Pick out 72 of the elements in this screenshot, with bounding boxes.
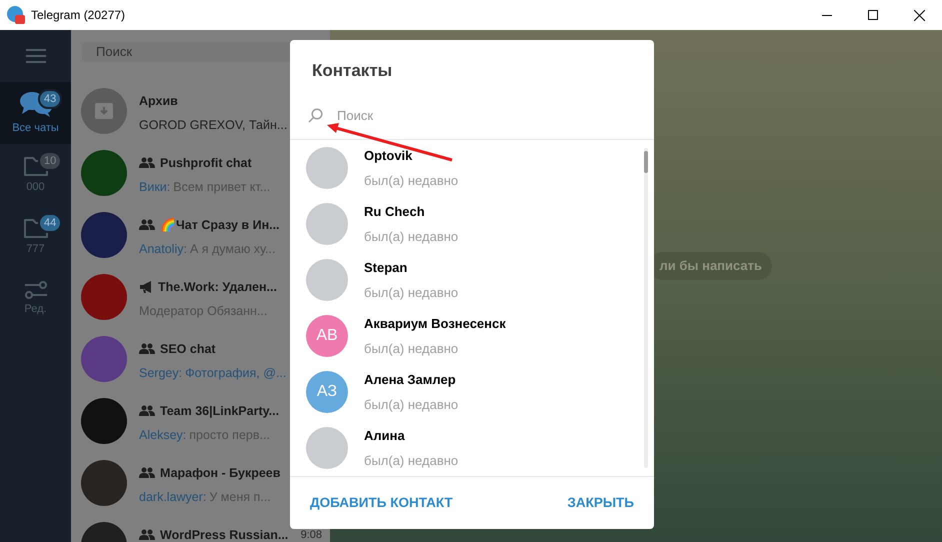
- unread-badge: 10: [38, 151, 62, 171]
- group-icon: [139, 157, 155, 168]
- archive-box-icon: [94, 102, 114, 120]
- contact-status: был(а) недавно: [364, 396, 458, 414]
- chat-sender: Aleksey:: [139, 427, 186, 444]
- folder-label: 777: [26, 242, 45, 257]
- contact-row[interactable]: АВ Аквариум Вознесенск был(а) недавно: [290, 308, 644, 364]
- folder-label: 000: [26, 180, 45, 195]
- contact-row[interactable]: АЗ Алена Замлер был(а) недавно: [290, 364, 644, 420]
- contact-search-field[interactable]: Поиск: [290, 98, 654, 140]
- contact-row[interactable]: Алина был(а) недавно: [290, 420, 644, 476]
- contact-status: был(а) недавно: [364, 228, 458, 246]
- folder-label: Все чаты: [12, 120, 59, 136]
- contact-name: Stepan: [364, 258, 408, 277]
- avatar-photo-placeholder: [306, 259, 348, 301]
- folder-tab[interactable]: 44 777: [0, 206, 71, 268]
- contact-name: Аквариум Вознесенск: [364, 314, 506, 333]
- unread-badge: 44: [38, 213, 62, 233]
- chat-time: 9:08: [300, 528, 322, 542]
- contact-status: был(а) недавно: [364, 452, 458, 470]
- maximize-icon: [868, 10, 878, 20]
- chat-preview: GOROD GREXOV, Тайн...: [139, 117, 288, 134]
- sliders-icon: [24, 280, 48, 299]
- chat-preview: Фотография, @...: [185, 365, 286, 382]
- chat-title: WordPress Russian...: [160, 526, 288, 542]
- chat-title: 🌈Чат Сразу в Ин...: [160, 216, 280, 234]
- chat-title: Марафон - Букреев: [160, 464, 280, 482]
- group-icon: [139, 405, 155, 416]
- folder-tab[interactable]: 43 Все чаты: [0, 82, 71, 144]
- chat-title: Pushprofit chat: [160, 154, 252, 172]
- group-icon: [139, 343, 155, 354]
- megaphone-icon: [139, 280, 153, 293]
- chat-title: Team 36|LinkParty...: [160, 402, 280, 420]
- contact-status: был(а) недавно: [364, 340, 460, 358]
- contact-name: Алина: [364, 426, 406, 444]
- contact-row[interactable]: Optovik был(а) недавно: [290, 140, 644, 196]
- contact-row[interactable]: Ru Chech был(а) недавно: [290, 196, 644, 252]
- group-icon: [139, 219, 155, 230]
- scrollbar-thumb[interactable]: [644, 151, 648, 173]
- dialog-title: Контакты: [311, 60, 394, 82]
- chat-title: SEO chat: [160, 340, 216, 358]
- avatar-photo-placeholder: [306, 427, 348, 469]
- contact-name: Алена Замлер: [364, 370, 457, 389]
- contact-status: был(а) недавно: [364, 284, 458, 302]
- minimize-icon: [822, 14, 832, 16]
- initials-avatar: АВ: [306, 315, 348, 357]
- close-icon: [914, 10, 924, 20]
- group-icon: [139, 467, 155, 478]
- avatar-photo-placeholder: [306, 147, 348, 189]
- dialog-button[interactable]: ЗАКРЫТЬ: [555, 486, 646, 520]
- chat-sender: Вики:: [139, 179, 170, 196]
- avatar-photo-placeholder: [306, 203, 348, 245]
- folder-tab[interactable]: Ред.: [0, 268, 71, 330]
- contact-status: был(а) недавно: [364, 172, 458, 190]
- menu-icon: [26, 49, 46, 63]
- chat-sender: dark.lawyer:: [139, 489, 206, 506]
- contact-name: Ru Chech: [364, 202, 426, 220]
- contact-search-input[interactable]: Поиск: [337, 106, 636, 126]
- unread-badge: 43: [38, 89, 62, 109]
- window-title: Telegram (20277): [31, 7, 126, 24]
- folder-label: Ред.: [24, 302, 47, 317]
- chat-title: The.Work: Удален...: [158, 278, 277, 296]
- folder-tab[interactable]: 10 000: [0, 144, 71, 206]
- initials-avatar: АЗ: [306, 371, 348, 413]
- contact-row[interactable]: Stepan был(а) недавно: [290, 252, 644, 308]
- chat-sender: Sergey:: [139, 365, 182, 382]
- app-logo-icon: [7, 6, 25, 24]
- contact-name: Optovik: [364, 146, 414, 165]
- chat-title: Архив: [139, 92, 178, 110]
- search-icon: [308, 108, 323, 123]
- group-icon: [139, 529, 155, 540]
- chat-sender: Anatoliy:: [139, 241, 187, 258]
